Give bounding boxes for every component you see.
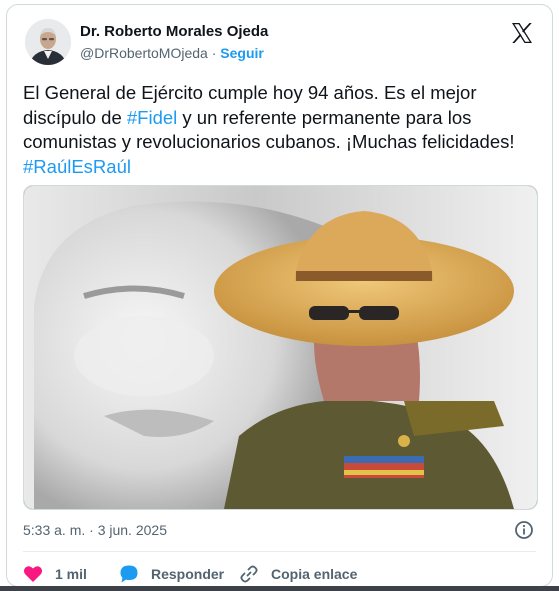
photo-image [24,186,537,509]
heart-icon [23,566,43,582]
link-icon [240,565,258,583]
divider [23,551,536,552]
like-button[interactable]: 1 mil [23,564,87,584]
tweet-text: El General de Ejército cumple hoy 94 año… [23,81,538,179]
separator-dot: · [207,45,221,61]
copy-link-button[interactable]: Copia enlace [239,564,357,584]
avatar-image [25,19,71,65]
tweet-photo[interactable] [23,185,538,510]
author-name[interactable]: Dr. Roberto Morales Ojeda [80,23,268,40]
reply-button[interactable]: Responder [119,564,224,584]
author-handle[interactable]: @DrRobertoMOjeda [80,45,208,61]
hashtag-fidel[interactable]: #Fidel [127,107,177,128]
hashtag-raulesraul[interactable]: #RaúlEsRaúl [23,156,131,177]
x-logo-icon[interactable] [510,21,534,45]
window-bottom-edge [0,586,559,591]
reply-label: Responder [151,566,225,582]
like-count: 1 mil [55,566,87,582]
info-icon[interactable] [514,520,534,540]
tweet-card: Dr. Roberto Morales Ojeda @DrRobertoMOje… [6,4,553,587]
copy-link-label: Copia enlace [271,566,358,582]
author-avatar[interactable] [25,19,71,65]
follow-button[interactable]: Seguir [220,45,264,61]
tweet-timestamp[interactable]: 5:33 a. m. · 3 jun. 2025 [23,522,167,538]
author-meta: @DrRobertoMOjeda · Seguir [80,45,264,61]
speech-bubble-icon [120,565,138,583]
